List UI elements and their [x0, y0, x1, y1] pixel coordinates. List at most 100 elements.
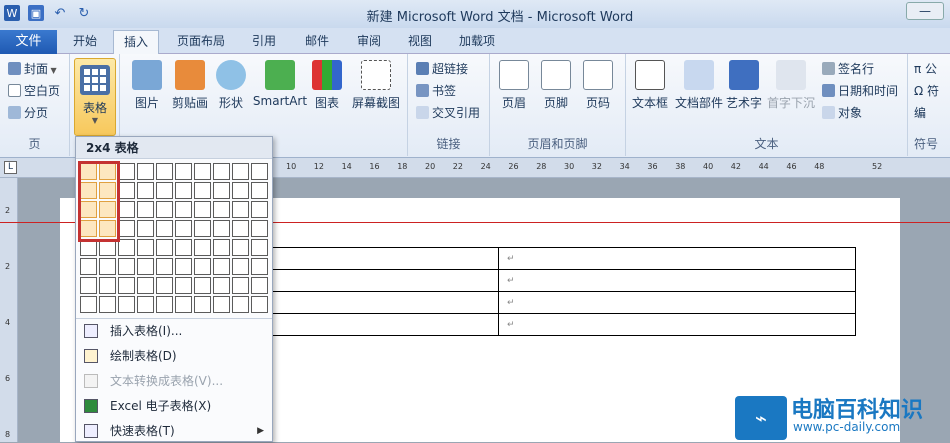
grid-cell[interactable] [137, 258, 154, 275]
grid-cell[interactable] [251, 277, 268, 294]
grid-cell[interactable] [251, 201, 268, 218]
grid-cell[interactable] [213, 277, 230, 294]
grid-cell[interactable] [156, 220, 173, 237]
minimize-button[interactable]: — [906, 2, 944, 20]
grid-cell[interactable] [213, 220, 230, 237]
textbox-button[interactable]: 文本框 [630, 60, 670, 111]
wordart-button[interactable]: 艺术字 [726, 60, 762, 111]
document-table[interactable]: ↵ ↵ ↵ ↵ [200, 247, 856, 336]
object-button[interactable]: 对象 [822, 104, 862, 121]
grid-cell[interactable] [194, 277, 211, 294]
grid-cell[interactable] [137, 163, 154, 180]
grid-cell[interactable] [137, 277, 154, 294]
tab-file[interactable]: 文件 [0, 30, 57, 54]
grid-cell[interactable] [213, 258, 230, 275]
grid-cell[interactable] [194, 258, 211, 275]
grid-cell[interactable] [175, 277, 192, 294]
cross-reference-button[interactable]: 交叉引用 [416, 104, 480, 121]
grid-cell[interactable] [194, 201, 211, 218]
grid-cell[interactable] [251, 296, 268, 313]
grid-cell[interactable] [194, 296, 211, 313]
grid-cell[interactable] [156, 182, 173, 199]
grid-cell[interactable] [80, 258, 97, 275]
grid-cell[interactable] [118, 239, 135, 256]
grid-cell[interactable] [213, 163, 230, 180]
grid-cell[interactable] [232, 182, 249, 199]
grid-cell[interactable] [118, 201, 135, 218]
grid-cell[interactable] [194, 239, 211, 256]
grid-cell[interactable] [156, 201, 173, 218]
grid-cell[interactable] [251, 258, 268, 275]
tab-review[interactable]: 审阅 [357, 32, 381, 49]
insert-table-menu-item[interactable]: 插入表格(I)... [76, 319, 272, 343]
grid-cell[interactable] [194, 182, 211, 199]
grid-cell[interactable] [175, 163, 192, 180]
grid-cell[interactable] [251, 239, 268, 256]
number-button[interactable]: 编 [914, 104, 926, 121]
blank-page-button[interactable]: 空白页 [8, 82, 60, 99]
grid-cell[interactable] [137, 296, 154, 313]
header-button[interactable]: 页眉 [498, 60, 530, 111]
smartart-button[interactable]: SmartArt [252, 60, 308, 108]
grid-cell[interactable] [118, 163, 135, 180]
grid-cell[interactable] [232, 258, 249, 275]
grid-cell[interactable] [175, 182, 192, 199]
page-number-button[interactable]: 页码 [582, 60, 614, 111]
grid-cell[interactable] [99, 258, 116, 275]
signature-line-button[interactable]: 签名行 [822, 60, 874, 77]
grid-cell[interactable] [80, 277, 97, 294]
bookmark-button[interactable]: 书签 [416, 82, 456, 99]
grid-cell[interactable] [80, 296, 97, 313]
tab-home[interactable]: 开始 [73, 32, 97, 49]
symbol-button[interactable]: Ω 符 [914, 82, 939, 99]
grid-cell[interactable] [213, 201, 230, 218]
grid-cell[interactable] [232, 220, 249, 237]
footer-button[interactable]: 页脚 [540, 60, 572, 111]
picture-button[interactable]: 图片 [130, 60, 164, 111]
grid-cell[interactable] [232, 201, 249, 218]
hyperlink-button[interactable]: 超链接 [416, 60, 468, 77]
page-break-button[interactable]: 分页 [8, 104, 48, 121]
grid-cell[interactable] [137, 182, 154, 199]
grid-cell[interactable] [156, 163, 173, 180]
grid-cell[interactable] [118, 296, 135, 313]
vertical-ruler[interactable]: 2 2 4 6 8 [0, 178, 18, 442]
draw-table-menu-item[interactable]: 绘制表格(D) [76, 344, 272, 368]
grid-cell[interactable] [137, 239, 154, 256]
grid-cell[interactable] [232, 296, 249, 313]
grid-cell[interactable] [118, 277, 135, 294]
cover-page-button[interactable]: 封面 ▼ [8, 60, 57, 77]
table-button[interactable]: 表格 ▼ [74, 58, 116, 136]
grid-cell[interactable] [213, 182, 230, 199]
grid-cell[interactable] [251, 182, 268, 199]
grid-cell[interactable] [118, 182, 135, 199]
shapes-button[interactable]: 形状 [216, 60, 246, 111]
chart-button[interactable]: 图表 [312, 60, 342, 111]
grid-cell[interactable] [137, 201, 154, 218]
grid-cell[interactable] [118, 258, 135, 275]
tab-page-layout[interactable]: 页面布局 [177, 32, 225, 49]
grid-cell[interactable] [232, 239, 249, 256]
quick-parts-button[interactable]: 文档部件 [674, 60, 724, 111]
grid-cell[interactable] [232, 163, 249, 180]
tab-addins[interactable]: 加载项 [459, 32, 495, 49]
grid-cell[interactable] [156, 239, 173, 256]
grid-cell[interactable] [99, 277, 116, 294]
grid-cell[interactable] [251, 163, 268, 180]
grid-cell[interactable] [137, 220, 154, 237]
grid-cell[interactable] [175, 220, 192, 237]
tab-insert[interactable]: 插入 [113, 30, 159, 55]
grid-cell[interactable] [99, 296, 116, 313]
grid-cell[interactable] [213, 239, 230, 256]
screenshot-button[interactable]: 屏幕截图 [348, 60, 404, 111]
grid-cell[interactable] [175, 296, 192, 313]
quick-tables-menu-item[interactable]: 快速表格(T) ▶ [76, 419, 272, 443]
equation-button[interactable]: π 公 [914, 60, 937, 77]
tab-references[interactable]: 引用 [252, 32, 276, 49]
grid-cell[interactable] [194, 163, 211, 180]
grid-cell[interactable] [213, 296, 230, 313]
excel-spreadsheet-menu-item[interactable]: Excel 电子表格(X) [76, 394, 272, 418]
clipart-button[interactable]: 剪贴画 [168, 60, 212, 111]
grid-cell[interactable] [251, 220, 268, 237]
grid-cell[interactable] [194, 220, 211, 237]
